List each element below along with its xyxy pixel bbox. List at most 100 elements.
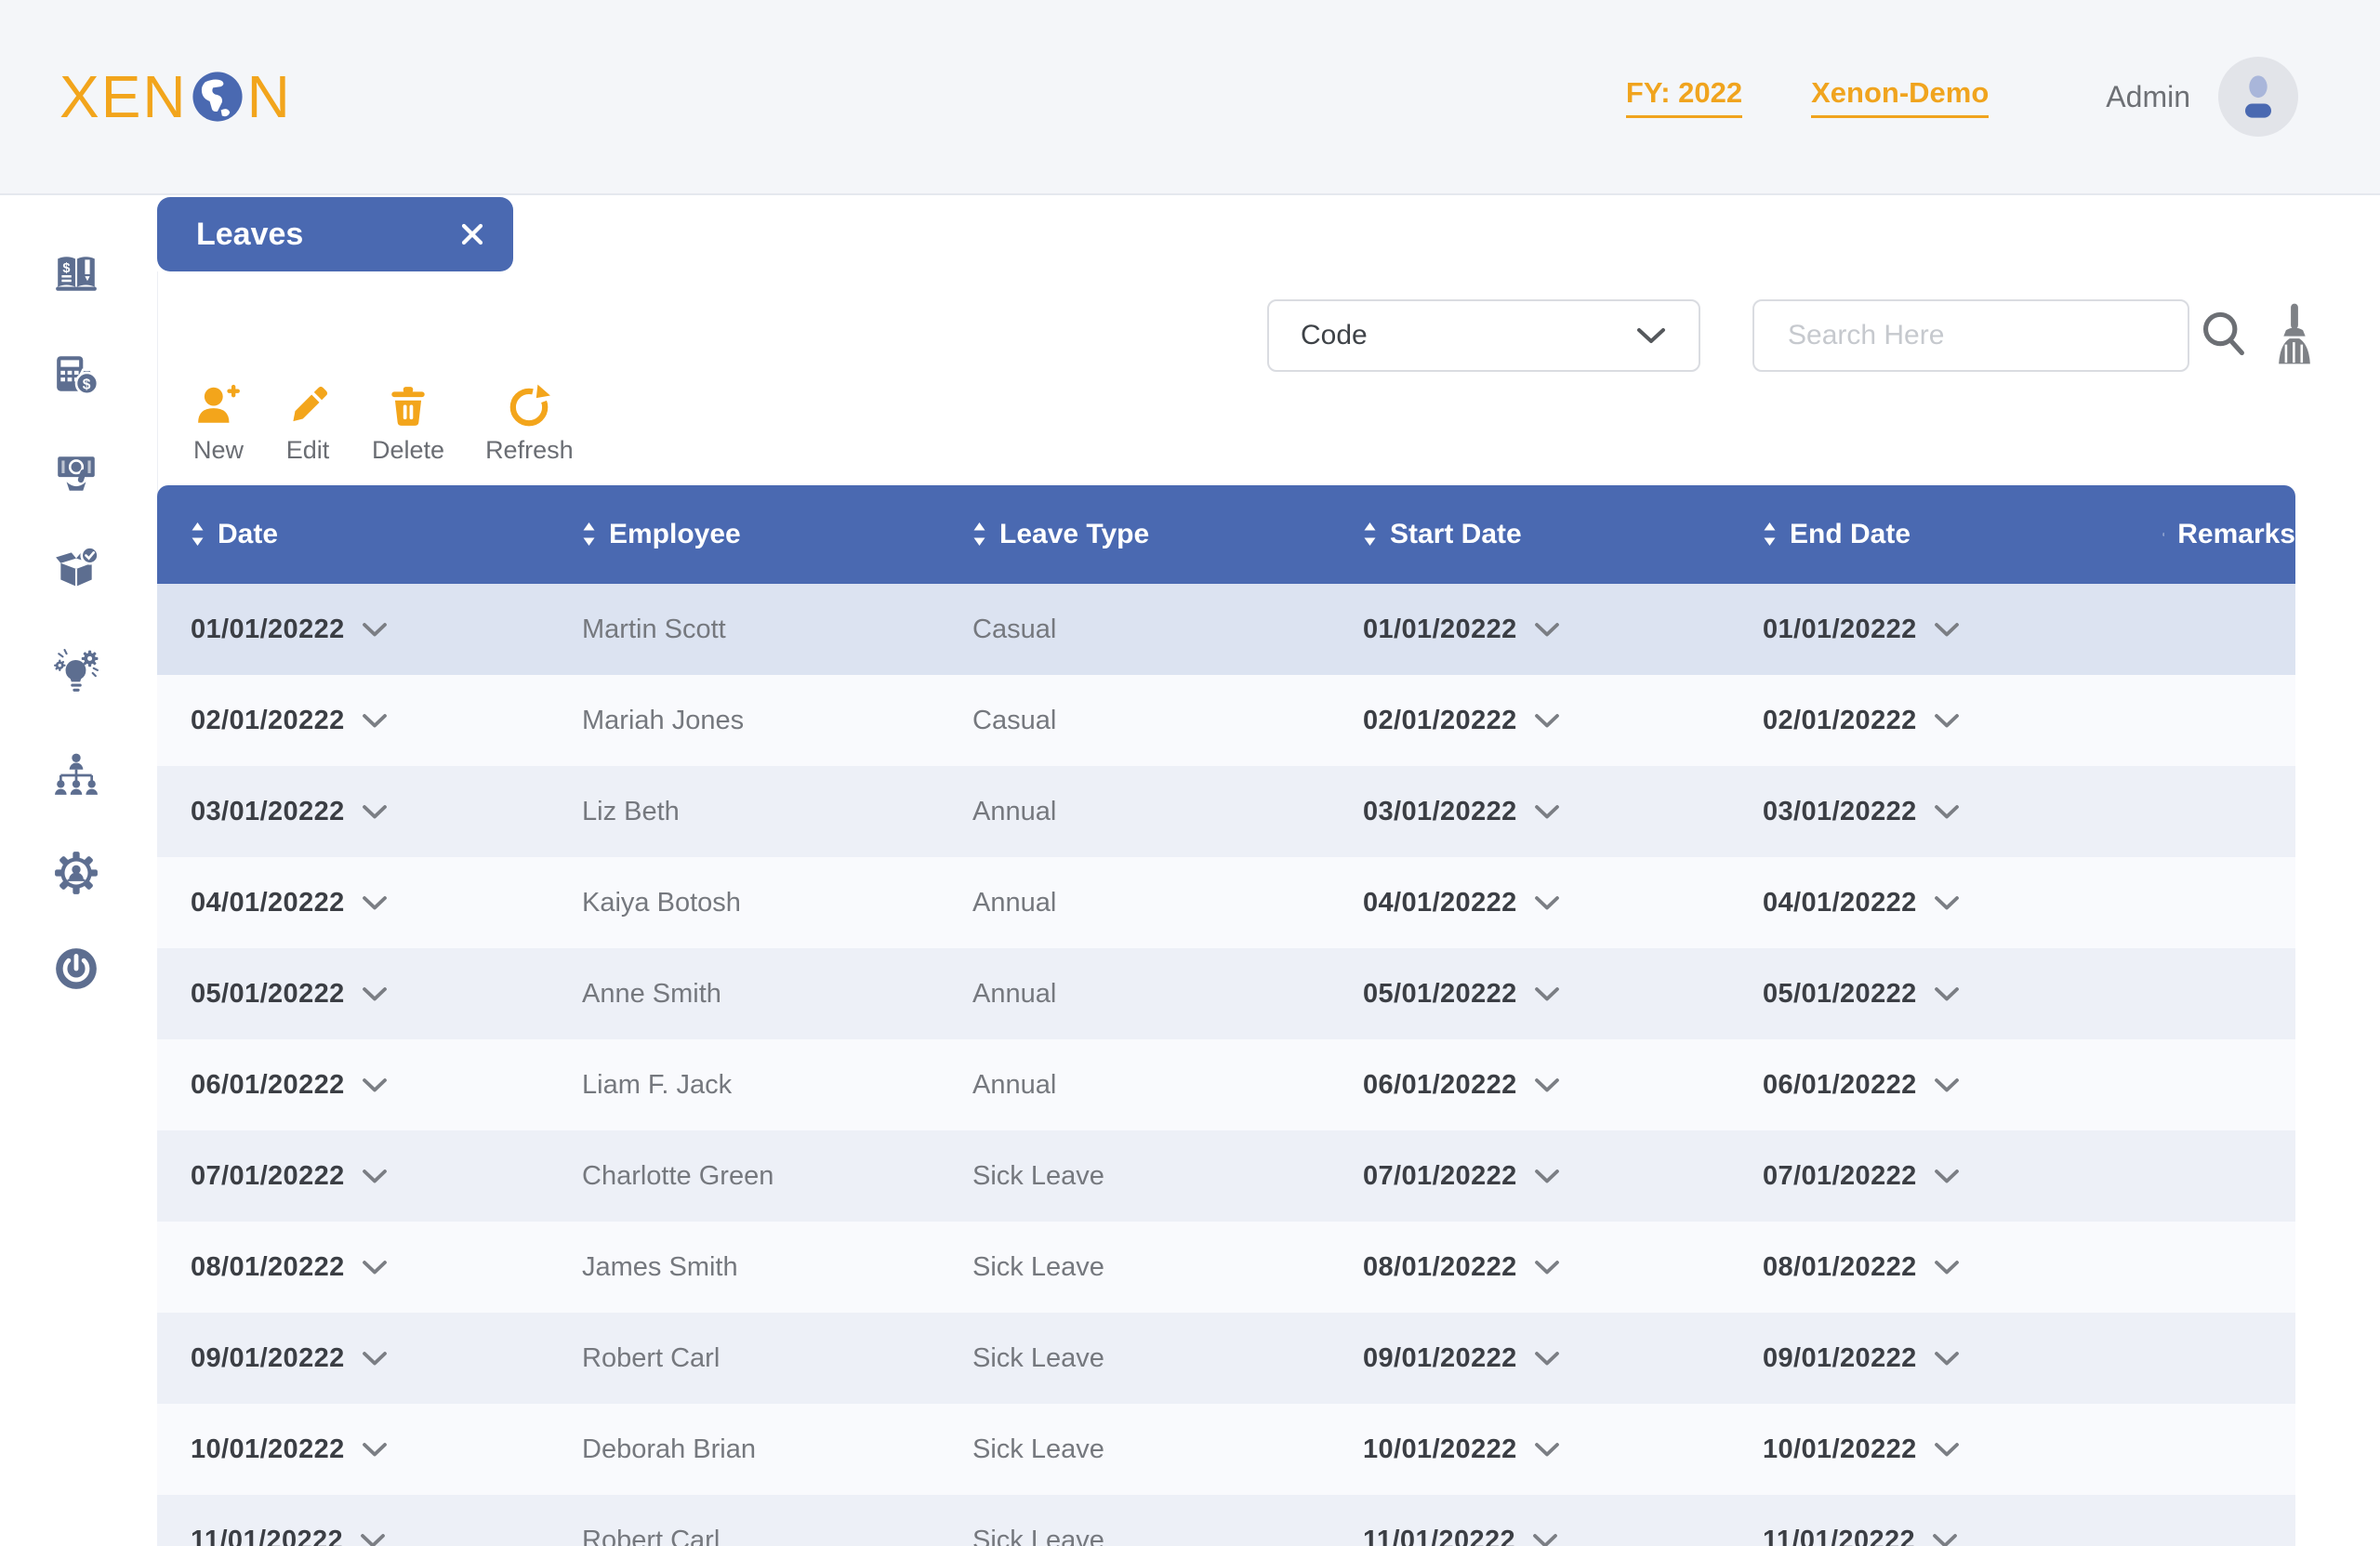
cell-date: 04/01/20222 bbox=[157, 857, 549, 948]
sidebar-item-innovation[interactable] bbox=[53, 649, 99, 695]
sidebar-item-payroll[interactable]: $ bbox=[53, 351, 99, 398]
close-icon[interactable] bbox=[459, 221, 485, 247]
table-row[interactable]: 06/01/20222 Liam F. Jack Annual 06/01/20… bbox=[157, 1039, 2295, 1130]
chevron-down-icon[interactable] bbox=[362, 1169, 388, 1184]
column-header[interactable]: End Date bbox=[1729, 485, 2129, 584]
table-row[interactable]: 04/01/20222 Kaiya Botosh Annual 04/01/20… bbox=[157, 857, 2295, 948]
sidebar-item-inventory[interactable] bbox=[53, 545, 99, 591]
user-avatar[interactable] bbox=[2218, 57, 2298, 137]
chevron-down-icon[interactable] bbox=[362, 622, 388, 638]
column-header-label: Date bbox=[218, 519, 278, 550]
chevron-down-icon[interactable] bbox=[1534, 1169, 1560, 1184]
cell-end-date: 03/01/20222 bbox=[1729, 766, 2129, 857]
cell-date: 05/01/20222 bbox=[157, 948, 549, 1039]
chevron-down-icon[interactable] bbox=[1534, 622, 1560, 638]
chevron-down-icon[interactable] bbox=[1534, 1077, 1560, 1093]
tab-leaves[interactable]: Leaves bbox=[157, 197, 513, 271]
sidebar-item-org-chart[interactable] bbox=[53, 752, 99, 799]
edit-button[interactable]: Edit bbox=[284, 383, 331, 465]
pencil-icon bbox=[284, 383, 331, 429]
cell-start-date: 02/01/20222 bbox=[1329, 675, 1729, 766]
chevron-down-icon[interactable] bbox=[1934, 1169, 1960, 1184]
search-input[interactable] bbox=[1752, 299, 2189, 372]
chevron-down-icon[interactable] bbox=[1934, 1260, 1960, 1275]
column-header[interactable]: Remarks bbox=[2129, 485, 2295, 584]
sidebar-item-cash-payment[interactable] bbox=[53, 450, 99, 496]
cell-date: 11/01/20222 bbox=[157, 1495, 549, 1546]
chevron-down-icon[interactable] bbox=[362, 986, 388, 1002]
delete-button[interactable]: Delete bbox=[372, 383, 444, 465]
chevron-down-icon[interactable] bbox=[1534, 713, 1560, 729]
column-header[interactable]: Employee bbox=[549, 485, 939, 584]
date-value: 05/01/20222 bbox=[191, 979, 345, 1010]
cell-employee: Liam F. Jack bbox=[549, 1039, 939, 1130]
trash-icon bbox=[385, 383, 431, 429]
chevron-down-icon[interactable] bbox=[1534, 1351, 1560, 1367]
sidebar-item-power[interactable] bbox=[53, 945, 99, 992]
cell-leave-type: Sick Leave bbox=[939, 1495, 1329, 1546]
chevron-down-icon[interactable] bbox=[362, 713, 388, 729]
leaves-table: Date Employee Leave Type Start Date End … bbox=[157, 485, 2295, 1546]
chevron-down-icon[interactable] bbox=[1534, 895, 1560, 911]
chevron-down-icon[interactable] bbox=[362, 1351, 388, 1367]
chevron-down-icon[interactable] bbox=[362, 1442, 388, 1458]
chevron-down-icon[interactable] bbox=[1934, 1351, 1960, 1367]
column-header[interactable]: Leave Type bbox=[939, 485, 1329, 584]
cell-leave-type: Sick Leave bbox=[939, 1130, 1329, 1222]
chevron-down-icon[interactable] bbox=[1934, 713, 1960, 729]
cell-employee: Martin Scott bbox=[549, 584, 939, 675]
clear-broom-icon[interactable] bbox=[2270, 301, 2319, 366]
table-row[interactable]: 03/01/20222 Liz Beth Annual 03/01/20222 … bbox=[157, 766, 2295, 857]
chevron-down-icon[interactable] bbox=[362, 804, 388, 820]
chevron-down-icon[interactable] bbox=[362, 1077, 388, 1093]
column-header[interactable]: Start Date bbox=[1329, 485, 1729, 584]
refresh-button[interactable]: Refresh bbox=[485, 383, 574, 465]
table-row[interactable]: 11/01/20222 Robert Carl Sick Leave 11/01… bbox=[157, 1495, 2295, 1546]
new-button[interactable]: New bbox=[193, 383, 244, 465]
cell-leave-type: Annual bbox=[939, 948, 1329, 1039]
chevron-down-icon[interactable] bbox=[1934, 622, 1960, 638]
cell-leave-type: Sick Leave bbox=[939, 1404, 1329, 1495]
chevron-down-icon[interactable] bbox=[1534, 1260, 1560, 1275]
chevron-down-icon[interactable] bbox=[1532, 1533, 1558, 1546]
table-row[interactable]: 10/01/20222 Deborah Brian Sick Leave 10/… bbox=[157, 1404, 2295, 1495]
chevron-down-icon[interactable] bbox=[1534, 1442, 1560, 1458]
chevron-down-icon[interactable] bbox=[1934, 895, 1960, 911]
record-toolbar: New Edit Delete Refr bbox=[193, 383, 574, 465]
table-row[interactable]: 05/01/20222 Anne Smith Annual 05/01/2022… bbox=[157, 948, 2295, 1039]
ledger-book-icon: $ bbox=[53, 251, 99, 297]
start-date-value: 10/01/20222 bbox=[1363, 1434, 1517, 1465]
fiscal-year-link[interactable]: FY: 2022 bbox=[1626, 76, 1742, 118]
chevron-down-icon[interactable] bbox=[362, 895, 388, 911]
chevron-down-icon[interactable] bbox=[1534, 804, 1560, 820]
chevron-down-icon[interactable] bbox=[1934, 1442, 1960, 1458]
cell-end-date: 04/01/20222 bbox=[1729, 857, 2129, 948]
chevron-down-icon[interactable] bbox=[362, 1260, 388, 1275]
field-selector-dropdown[interactable]: Code bbox=[1267, 299, 1700, 372]
cell-start-date: 09/01/20222 bbox=[1329, 1313, 1729, 1404]
table-row[interactable]: 07/01/20222 Charlotte Green Sick Leave 0… bbox=[157, 1130, 2295, 1222]
chevron-down-icon[interactable] bbox=[1934, 804, 1960, 820]
table-row[interactable]: 09/01/20222 Robert Carl Sick Leave 09/01… bbox=[157, 1313, 2295, 1404]
chevron-down-icon[interactable] bbox=[1932, 1533, 1958, 1546]
company-link[interactable]: Xenon-Demo bbox=[1811, 76, 1989, 118]
cell-remarks bbox=[2129, 948, 2295, 1039]
sort-icon bbox=[972, 522, 986, 548]
chevron-down-icon[interactable] bbox=[1934, 1077, 1960, 1093]
end-date-value: 06/01/20222 bbox=[1763, 1070, 1917, 1101]
cell-end-date: 09/01/20222 bbox=[1729, 1313, 2129, 1404]
table-row[interactable]: 08/01/20222 James Smith Sick Leave 08/01… bbox=[157, 1222, 2295, 1313]
chevron-down-icon[interactable] bbox=[1534, 986, 1560, 1002]
sidebar-item-ledger[interactable]: $ bbox=[53, 251, 99, 297]
sidebar-item-user-settings[interactable] bbox=[53, 850, 99, 896]
column-header[interactable]: Date bbox=[157, 485, 549, 584]
date-value: 06/01/20222 bbox=[191, 1070, 345, 1101]
table-row[interactable]: 01/01/20222 Martin Scott Casual 01/01/20… bbox=[157, 584, 2295, 675]
cell-date: 08/01/20222 bbox=[157, 1222, 549, 1313]
search-icon[interactable] bbox=[2200, 309, 2252, 363]
cell-start-date: 08/01/20222 bbox=[1329, 1222, 1729, 1313]
chevron-down-icon[interactable] bbox=[360, 1533, 386, 1546]
table-row[interactable]: 02/01/20222 Mariah Jones Casual 02/01/20… bbox=[157, 675, 2295, 766]
chevron-down-icon[interactable] bbox=[1934, 986, 1960, 1002]
start-date-value: 08/01/20222 bbox=[1363, 1252, 1517, 1283]
